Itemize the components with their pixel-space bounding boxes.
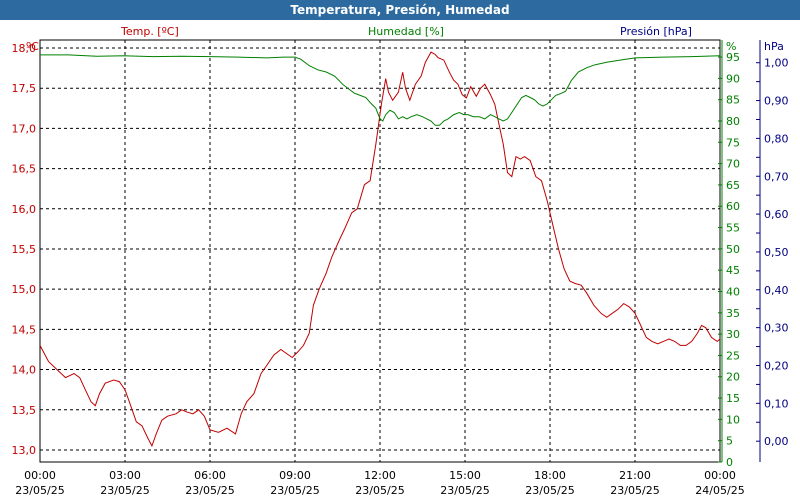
temp-tick-label-7: 16,5	[12, 163, 37, 176]
x-tick-time-3: 09:00	[279, 469, 311, 482]
humidity-tick-label-1: 5	[726, 435, 733, 448]
chart-svg: ºC13,013,514,014,515,015,516,016,517,017…	[12, 39, 789, 497]
humidity-tick-label-3: 15	[726, 392, 740, 405]
humidity-tick-label-10: 50	[726, 243, 740, 256]
x-tick-time-2: 06:00	[194, 469, 226, 482]
humidity-tick-label-5: 25	[726, 349, 740, 362]
humidity-tick-label-14: 70	[726, 158, 740, 171]
x-tick-date-1: 23/05/25	[100, 484, 149, 497]
pressure-tick-label-2: 0,20	[764, 359, 789, 372]
humidity-tick-label-9: 45	[726, 264, 740, 277]
x-tick-date-5: 23/05/25	[440, 484, 489, 497]
pressure-tick-label-10: 1,00	[764, 57, 789, 70]
x-tick-time-0: 00:00	[24, 469, 56, 482]
temp-tick-label-1: 13,5	[12, 404, 37, 417]
pressure-tick-label-5: 0,50	[764, 246, 789, 259]
pressure-tick-label-7: 0,70	[764, 170, 789, 183]
temp-tick-label-4: 15,0	[12, 283, 37, 296]
humidity-tick-label-2: 10	[726, 413, 740, 426]
temp-tick-label-10: 18,0	[12, 42, 37, 55]
humidity-tick-label-0: 0	[726, 456, 733, 469]
x-tick-time-8: 00:00	[704, 469, 736, 482]
x-tick-date-2: 23/05/25	[185, 484, 234, 497]
humidity-tick-label-8: 40	[726, 285, 740, 298]
pressure-unit-label: hPa	[764, 40, 784, 53]
humidity-tick-label-13: 65	[726, 179, 740, 192]
x-tick-time-4: 12:00	[364, 469, 396, 482]
x-tick-date-4: 23/05/25	[355, 484, 404, 497]
x-tick-date-7: 23/05/25	[610, 484, 659, 497]
humidity-tick-label-18: 90	[726, 72, 740, 85]
x-tick-time-6: 18:00	[534, 469, 566, 482]
humidity-tick-label-11: 55	[726, 222, 740, 235]
humidity-tick-label-16: 80	[726, 115, 740, 128]
temp-tick-label-0: 13,0	[12, 444, 37, 457]
pressure-tick-label-8: 0,80	[764, 132, 789, 145]
temp-tick-label-2: 14,0	[12, 364, 37, 377]
humidity-tick-label-4: 20	[726, 371, 740, 384]
humidity-tick-label-15: 75	[726, 136, 740, 149]
pressure-tick-label-0: 0,00	[764, 435, 789, 448]
pressure-tick-label-9: 0,90	[764, 95, 789, 108]
x-tick-time-1: 03:00	[109, 469, 141, 482]
temp-tick-label-8: 17,0	[12, 122, 37, 135]
x-tick-date-0: 23/05/25	[15, 484, 64, 497]
pressure-tick-label-6: 0,60	[764, 208, 789, 221]
temp-tick-label-6: 16,0	[12, 203, 37, 216]
pressure-tick-label-3: 0,30	[764, 322, 789, 335]
temp-tick-label-5: 15,5	[12, 243, 37, 256]
x-tick-time-5: 15:00	[449, 469, 481, 482]
pressure-tick-label-1: 0,10	[764, 397, 789, 410]
humidity-tick-label-12: 60	[726, 200, 740, 213]
humidity-tick-label-17: 85	[726, 94, 740, 107]
x-tick-date-3: 23/05/25	[270, 484, 319, 497]
humidity-tick-label-6: 30	[726, 328, 740, 341]
x-tick-time-7: 21:00	[619, 469, 651, 482]
temp-tick-label-9: 17,5	[12, 82, 37, 95]
humidity-tick-label-7: 35	[726, 307, 740, 320]
series-line-hum	[40, 54, 720, 126]
temp-tick-label-3: 14,5	[12, 323, 37, 336]
x-tick-date-6: 23/05/25	[525, 484, 574, 497]
pressure-tick-label-4: 0,40	[764, 284, 789, 297]
humidity-tick-label-19: 95	[726, 51, 740, 64]
x-tick-date-8: 24/05/25	[695, 484, 744, 497]
